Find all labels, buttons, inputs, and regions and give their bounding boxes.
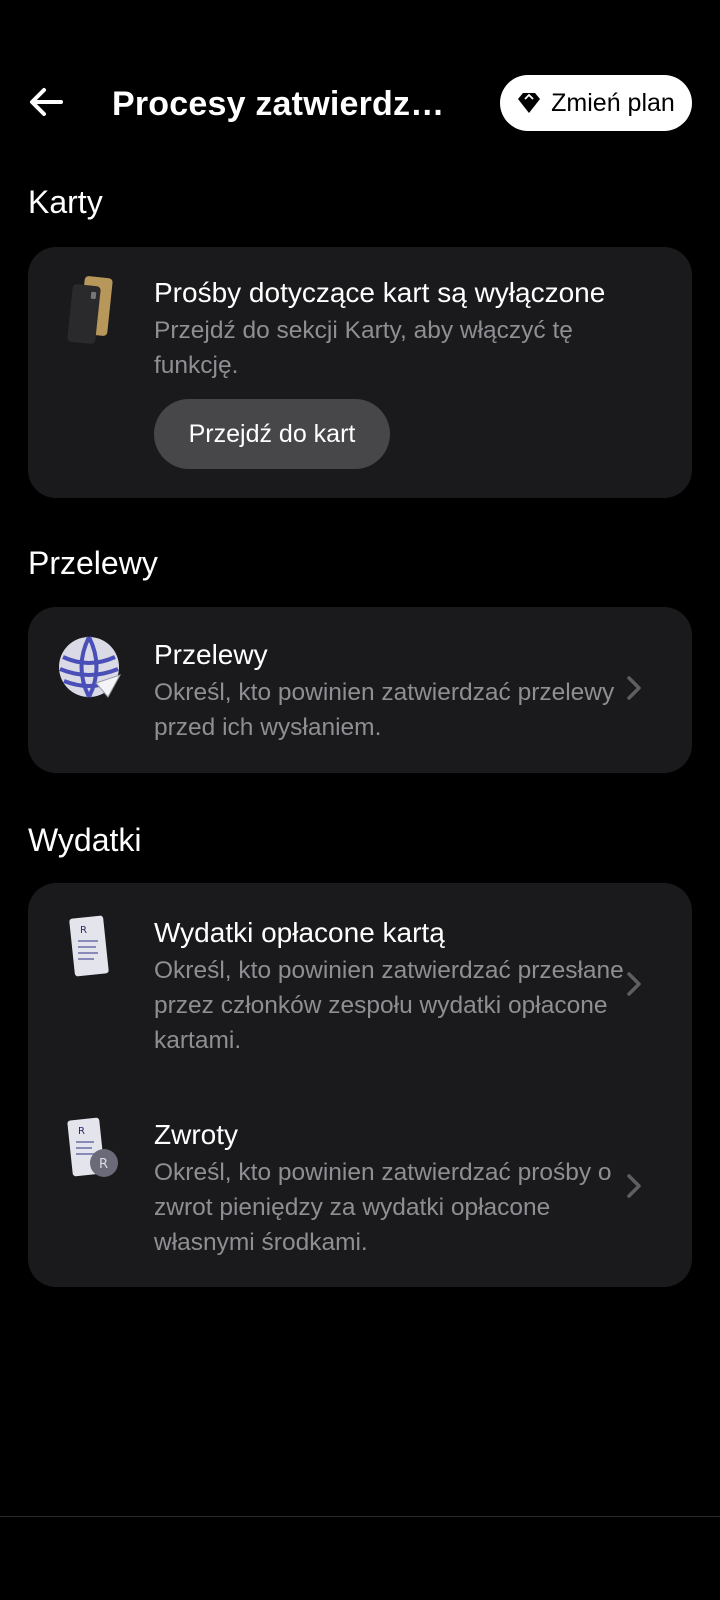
- chevron-right-icon: [627, 972, 641, 996]
- refunds-description: Określ, kto powinien zatwierdzać prośby …: [154, 1159, 612, 1256]
- go-to-cards-button[interactable]: Przejdź do kart: [154, 399, 390, 469]
- cards-disabled-text: Prośby dotyczące kart są wyłączone Przej…: [154, 275, 624, 383]
- approval-processes-screen: Procesy zatwierdz… Zmień plan Karty Proś…: [0, 0, 720, 1600]
- cards-disabled-item: Prośby dotyczące kart są wyłączone Przej…: [28, 247, 692, 498]
- change-plan-button[interactable]: Zmień plan: [500, 75, 692, 131]
- transfers-item[interactable]: Przelewy Określ, kto powinien zatwierdza…: [28, 607, 692, 773]
- card-expenses-description: Określ, kto powinien zatwierdzać przesła…: [154, 957, 624, 1054]
- header: Procesy zatwierdz… Zmień plan: [0, 0, 720, 160]
- transfers-description: Określ, kto powinien zatwierdzać przelew…: [154, 679, 615, 741]
- bottom-divider: [0, 1516, 720, 1517]
- transfers-text: Przelewy Określ, kto powinien zatwierdza…: [154, 637, 624, 745]
- card-expenses-text: Wydatki opłacone kartą Określ, kto powin…: [154, 915, 624, 1058]
- svg-text:R: R: [80, 925, 87, 936]
- card-expenses-title: Wydatki opłacone kartą: [154, 917, 445, 948]
- cards-card: Prośby dotyczące kart są wyłączone Przej…: [28, 247, 692, 498]
- section-title-cards: Karty: [28, 184, 103, 220]
- transfers-card: Przelewy Określ, kto powinien zatwierdza…: [28, 607, 692, 773]
- arrow-left-icon: [30, 88, 63, 116]
- card-expenses-item[interactable]: R Wydatki opłacone kartą Określ, kto pow…: [28, 883, 692, 1085]
- refunds-text: Zwroty Określ, kto powinien zatwierdzać …: [154, 1117, 624, 1260]
- page-title: Procesy zatwierdz…: [112, 85, 445, 123]
- transfers-title: Przelewy: [154, 639, 268, 670]
- svg-text:R: R: [99, 1157, 108, 1172]
- globe-icon: [58, 635, 122, 707]
- cards-disabled-description: Przejdź do sekcji Karty, aby włączyć tę …: [154, 317, 573, 379]
- section-title-expenses: Wydatki: [28, 822, 142, 858]
- refunds-title: Zwroty: [154, 1119, 238, 1150]
- refunds-item[interactable]: R R Zwroty Określ, kto powinien zatwierd…: [28, 1085, 692, 1287]
- cards-disabled-title: Prośby dotyczące kart są wyłączone: [154, 277, 606, 308]
- diamond-icon: [518, 93, 541, 113]
- back-button[interactable]: [24, 80, 68, 124]
- cards-icon: [58, 273, 122, 345]
- chevron-right-icon: [627, 676, 641, 700]
- refund-receipt-icon: R R: [58, 1115, 122, 1187]
- chevron-right-icon: [627, 1174, 641, 1198]
- receipt-icon: R: [58, 913, 122, 985]
- expenses-card: R Wydatki opłacone kartą Określ, kto pow…: [28, 883, 692, 1287]
- svg-text:R: R: [78, 1126, 85, 1137]
- section-title-transfers: Przelewy: [28, 545, 158, 581]
- change-plan-label: Zmień plan: [551, 88, 675, 117]
